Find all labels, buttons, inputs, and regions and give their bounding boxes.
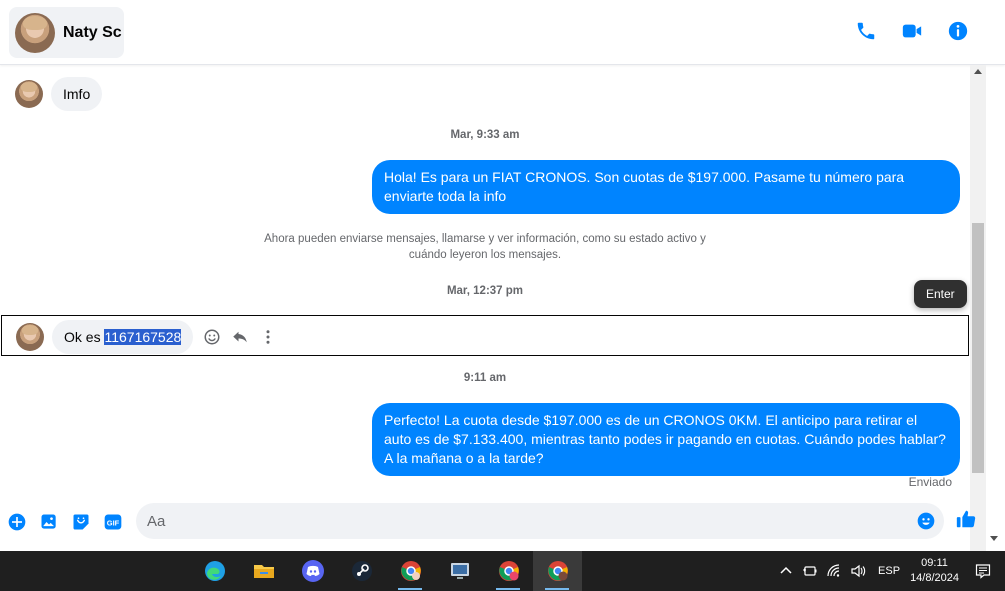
timestamp: Mar, 9:33 am xyxy=(450,129,520,141)
message-text: Ok es xyxy=(64,329,105,345)
steam-icon xyxy=(351,561,372,581)
clock-date: 14/8/2024 xyxy=(910,572,959,584)
outgoing-message[interactable]: Perfecto! La cuota desde $197.000 es de … xyxy=(372,403,960,476)
incoming-message[interactable]: Ok es 1167167528 xyxy=(52,320,194,354)
contact-avatar xyxy=(15,12,55,53)
sender-avatar[interactable] xyxy=(15,80,43,108)
taskbar-chrome-c-current[interactable] xyxy=(533,551,582,591)
edge-icon xyxy=(204,561,225,581)
react-emoji-icon[interactable] xyxy=(203,328,221,346)
taskbar-discord[interactable] xyxy=(288,551,337,591)
message-status: Enviado xyxy=(908,475,952,489)
taskbar-app-window[interactable] xyxy=(435,551,484,591)
windows-taskbar: ESP 09:11 14/8/2024 xyxy=(0,551,1005,591)
chevron-up-icon[interactable] xyxy=(778,563,794,579)
message-input-container[interactable] xyxy=(136,503,944,539)
notification-icon[interactable] xyxy=(975,563,991,579)
message-list: Imfo Mar, 9:33 am Hola! Es para un FIAT … xyxy=(0,65,970,493)
taskbar-apps xyxy=(190,551,582,591)
thumbs-up-icon[interactable] xyxy=(955,508,977,530)
tooltip: Enter xyxy=(914,280,967,308)
file-explorer-icon xyxy=(253,565,274,578)
clock[interactable]: 09:11 14/8/2024 xyxy=(910,556,959,586)
discord-icon xyxy=(301,560,324,582)
app-window-icon xyxy=(450,563,469,579)
composer-actions: GIF xyxy=(7,512,123,532)
more-options-icon[interactable] xyxy=(259,328,277,346)
timestamp: 9:11 am xyxy=(463,372,507,384)
chrome-c-icon xyxy=(547,561,568,581)
message-input[interactable] xyxy=(136,503,896,539)
chrome-profile-icon xyxy=(400,561,421,581)
battery-icon[interactable] xyxy=(802,563,818,579)
gif-icon[interactable]: GIF xyxy=(103,512,123,532)
header-actions xyxy=(855,20,969,42)
incoming-message-row: Imfo xyxy=(15,77,103,111)
gif-label: GIF xyxy=(107,518,120,527)
sender-avatar[interactable] xyxy=(16,323,44,351)
taskbar-edge[interactable] xyxy=(190,551,239,591)
scrollbar[interactable] xyxy=(970,65,986,551)
selected-text[interactable]: 1167167528 xyxy=(104,329,182,345)
chat-header: Naty Sc xyxy=(0,0,1005,65)
emoji-icon[interactable] xyxy=(916,511,936,531)
scroll-down-arrow-icon[interactable] xyxy=(990,536,998,541)
speaker-icon[interactable] xyxy=(850,563,866,579)
scrollbar-thumb[interactable] xyxy=(972,223,984,473)
taskbar-chrome-profile[interactable] xyxy=(386,551,435,591)
chrome-c-icon xyxy=(498,561,519,581)
scroll-up-arrow-icon[interactable] xyxy=(974,69,982,74)
message-composer: GIF xyxy=(0,498,986,546)
contact-profile-button[interactable]: Naty Sc xyxy=(9,7,124,58)
message-actions xyxy=(203,328,277,346)
outgoing-message[interactable]: Hola! Es para un FIAT CRONOS. Son cuotas… xyxy=(372,160,960,214)
system-tray: ESP 09:11 14/8/2024 xyxy=(774,551,1005,591)
taskbar-steam[interactable] xyxy=(337,551,386,591)
reply-icon[interactable] xyxy=(231,328,249,346)
taskbar-chrome-c[interactable] xyxy=(484,551,533,591)
focused-message-row[interactable]: Ok es 1167167528 xyxy=(1,315,969,356)
timestamp: Mar, 12:37 pm xyxy=(446,285,524,297)
wifi-icon[interactable] xyxy=(826,563,842,579)
video-call-icon[interactable] xyxy=(901,20,923,42)
sticker-icon[interactable] xyxy=(71,512,91,532)
info-icon[interactable] xyxy=(947,20,969,42)
taskbar-file-explorer[interactable] xyxy=(239,551,288,591)
incoming-message[interactable]: Imfo xyxy=(51,77,103,111)
system-notice: Ahora pueden enviarse mensajes, llamarse… xyxy=(264,233,706,261)
clock-time: 09:11 xyxy=(921,557,948,569)
incoming-message-row: Ok es 1167167528 xyxy=(16,320,277,354)
photo-icon[interactable] xyxy=(39,512,59,532)
input-language[interactable]: ESP xyxy=(878,565,900,577)
plus-circle-icon[interactable] xyxy=(7,512,27,532)
contact-name: Naty Sc xyxy=(63,23,122,41)
phone-icon[interactable] xyxy=(855,20,877,42)
